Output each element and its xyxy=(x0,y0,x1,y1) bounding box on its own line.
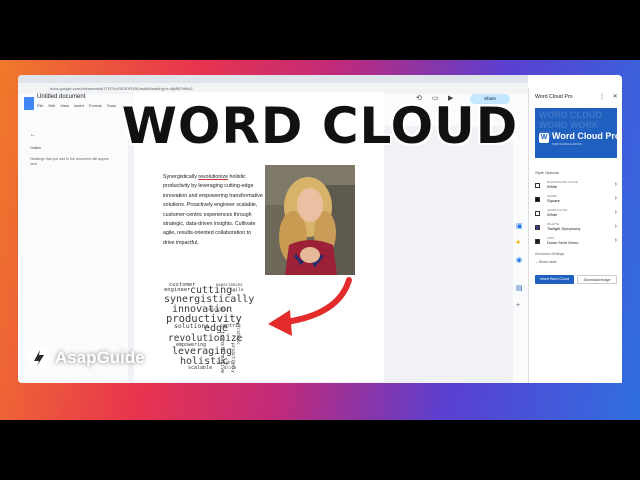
color-swatch xyxy=(535,211,540,216)
chevron-right-icon[interactable]: › xyxy=(615,181,617,188)
chevron-right-icon[interactable]: › xyxy=(615,195,617,202)
style-option-row[interactable]: Shape Square › xyxy=(535,194,617,208)
show-more-link[interactable]: ⌄ Show more xyxy=(535,260,557,264)
option-value: Twilight Symphony xyxy=(547,226,581,231)
style-options-heading: Style Options xyxy=(535,170,559,175)
word-cloud-word: results xyxy=(208,308,227,313)
add-icon[interactable]: + xyxy=(516,302,520,309)
chevron-right-icon[interactable]: › xyxy=(615,209,617,216)
word-cloud-word: engineer xyxy=(164,287,191,293)
insert-word-cloud-button[interactable]: Insert Word Cloud xyxy=(535,275,574,284)
word-cloud-word: scalable xyxy=(188,365,213,371)
video-frame: docs.google.com/document/d/1TR7hUSKXDRX9… xyxy=(0,0,640,480)
portrait-photo[interactable] xyxy=(265,165,355,275)
tasks-icon[interactable]: ◉ xyxy=(516,256,522,264)
letterbox-bottom xyxy=(0,420,640,480)
word-cloud-image[interactable]: customer experiences engineer cutting agile s… xyxy=(160,282,260,375)
color-swatch xyxy=(535,239,540,244)
word-cloud-word: agile xyxy=(230,288,244,293)
style-option-row[interactable]: Palette Twilight Symphony › xyxy=(535,222,617,236)
option-value: White xyxy=(547,184,558,189)
option-value: Square xyxy=(547,198,560,203)
outline-pane: ← Outline Headings that you add to the d… xyxy=(18,126,128,383)
advanced-settings-label: Advanced Settings xyxy=(535,252,565,256)
option-value: Dosis Semi Mono xyxy=(547,240,579,245)
brand-name: AsapGuide xyxy=(55,348,145,367)
keep-icon[interactable]: ● xyxy=(516,239,520,246)
calendar-icon[interactable]: ▣ xyxy=(516,222,523,230)
video-title-overlay: WORD CLOUD xyxy=(121,97,519,155)
style-option-row[interactable]: Font Dosis Semi Mono › xyxy=(535,236,617,250)
word-cloud-word: proactively xyxy=(230,343,235,373)
outline-note: Headings that you add to the document wi… xyxy=(30,157,109,166)
download-image-button[interactable]: Download image xyxy=(577,275,617,284)
show-more-label: Show more xyxy=(538,260,557,264)
paragraph-text-rest: holistic productivity by leveraging cutt… xyxy=(163,174,263,246)
chevron-right-icon[interactable]: › xyxy=(615,237,617,244)
color-swatch xyxy=(535,225,540,230)
red-arrow-icon xyxy=(268,277,352,336)
paragraph-misspelled-word: revolutionize xyxy=(198,174,229,180)
brand-logo-icon xyxy=(28,347,50,369)
style-option-row[interactable]: Background color White › xyxy=(535,180,617,194)
option-value: White xyxy=(547,212,558,217)
style-option-row[interactable]: Shape color White › xyxy=(535,208,617,222)
word-cloud-word: strategic xyxy=(236,323,241,345)
word-cloud-addon-icon[interactable]: ▤ xyxy=(516,284,523,292)
side-rail: ▣ ● ◉ ▤ + xyxy=(513,126,528,383)
color-swatch xyxy=(535,197,540,202)
chevron-right-icon[interactable]: › xyxy=(615,223,617,230)
color-swatch xyxy=(535,183,540,188)
document-paragraph[interactable]: Synergistically revolutionize holistic p… xyxy=(163,173,263,248)
brand-watermark: AsapGuide xyxy=(28,347,145,369)
paragraph-text-start: Synergistically xyxy=(163,174,199,180)
tab-bar xyxy=(18,75,528,83)
word-cloud-word: insights xyxy=(216,360,236,365)
